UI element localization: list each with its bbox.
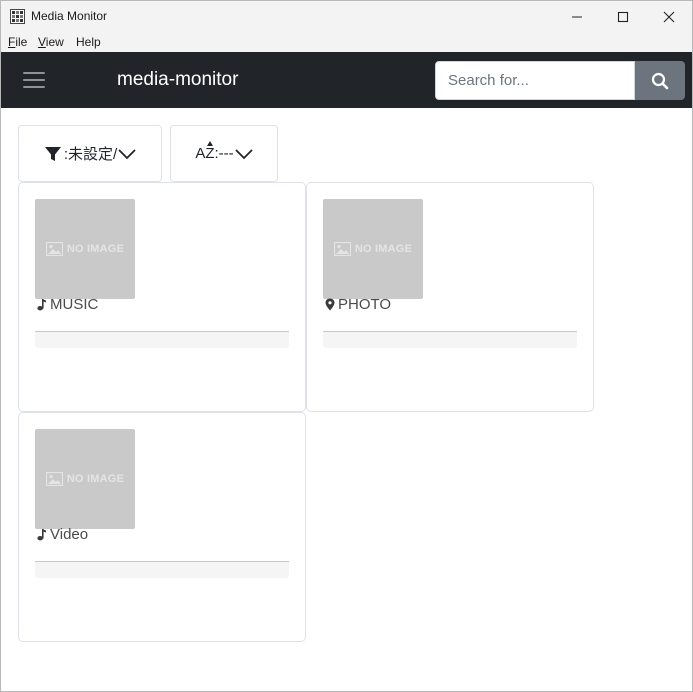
filter-label: :未設定/	[63, 146, 118, 163]
maximize-icon	[617, 11, 629, 22]
sort-label: :---	[214, 145, 234, 162]
no-image-thumbnail: NO IMAGE	[35, 199, 135, 299]
title-bar[interactable]: Media Monitor	[1, 1, 692, 32]
search-input[interactable]	[436, 62, 634, 99]
image-placeholder-icon	[45, 472, 63, 486]
card-title: MUSIC	[37, 296, 98, 313]
card-footer-bar	[35, 562, 289, 578]
menu-view[interactable]: View	[38, 35, 64, 49]
sort-button[interactable]: A Z :---	[170, 125, 278, 182]
window-title: Media Monitor	[31, 9, 108, 23]
brand-title[interactable]: media-monitor	[117, 69, 238, 91]
minimize-button[interactable]	[554, 1, 600, 32]
chevron-down-icon	[118, 148, 136, 160]
sort-prefix: A	[195, 145, 206, 162]
card-title: PHOTO	[325, 296, 391, 313]
no-image-thumbnail: NO IMAGE	[323, 199, 423, 299]
image-placeholder-icon	[45, 242, 63, 256]
music-note-icon	[37, 298, 47, 311]
filter-icon	[44, 145, 62, 163]
search-field[interactable]	[435, 61, 635, 100]
media-card-music[interactable]: NO IMAGE MUSIC	[18, 182, 306, 412]
card-footer-bar	[323, 332, 577, 348]
media-card-photo[interactable]: NO IMAGE PHOTO	[306, 182, 594, 412]
menu-file[interactable]: File	[8, 35, 27, 49]
app-icon	[10, 9, 25, 24]
chevron-down-icon	[235, 148, 253, 160]
minimize-icon	[572, 16, 582, 17]
close-icon	[663, 11, 675, 22]
app-window: Media Monitor File View Help media-monit…	[0, 0, 693, 692]
search-icon	[651, 72, 669, 89]
no-image-thumbnail: NO IMAGE	[35, 429, 135, 529]
app-header: media-monitor	[1, 52, 692, 108]
card-title: Video	[37, 526, 88, 543]
hamburger-menu-icon[interactable]	[23, 70, 47, 90]
filter-button[interactable]: :未設定/	[18, 125, 162, 182]
image-placeholder-icon	[333, 242, 351, 256]
map-pin-icon	[325, 298, 335, 311]
media-card-video[interactable]: NO IMAGE Video	[18, 412, 306, 642]
search-button[interactable]	[635, 61, 685, 100]
sort-az-icon: A Z	[195, 141, 215, 162]
music-note-icon	[37, 528, 47, 541]
card-footer-bar	[35, 332, 289, 348]
menu-bar: File View Help	[1, 32, 692, 52]
maximize-button[interactable]	[600, 1, 646, 32]
close-button[interactable]	[646, 1, 692, 32]
menu-help[interactable]: Help	[76, 35, 101, 49]
